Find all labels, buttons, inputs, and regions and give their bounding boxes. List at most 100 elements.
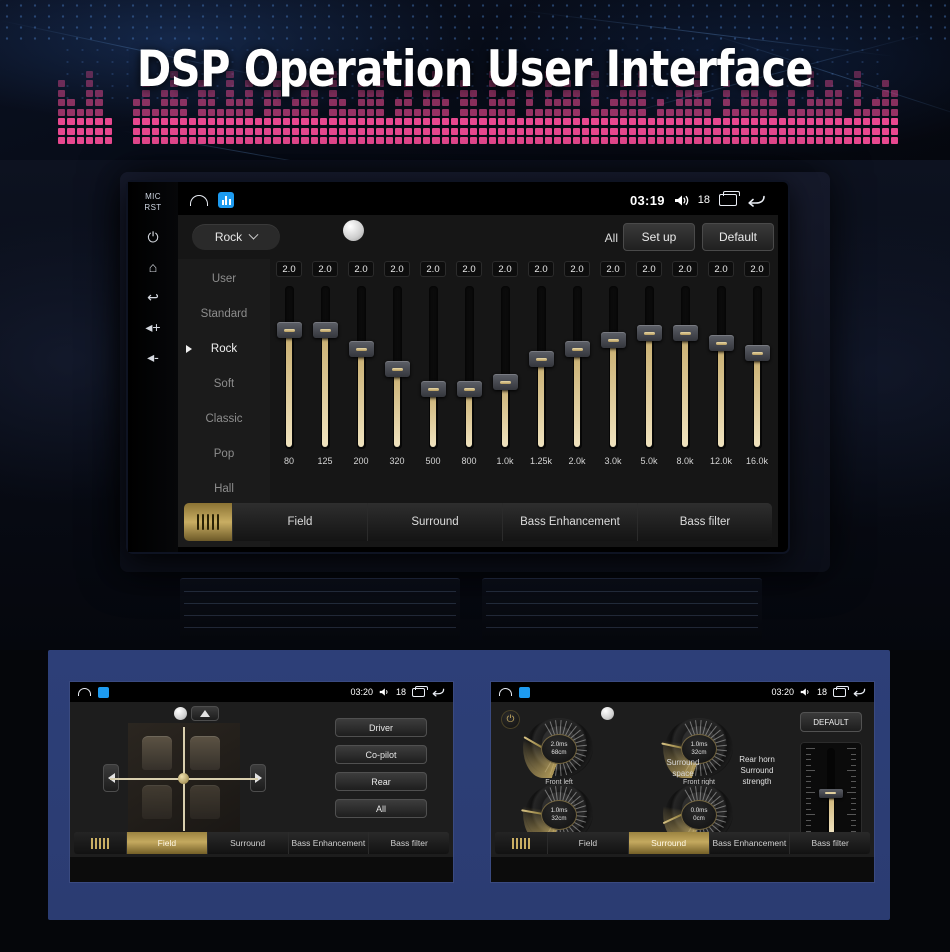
eq-band-16.0k[interactable]: 2.0 16.0k bbox=[742, 261, 772, 499]
surround-strength-slider[interactable] bbox=[800, 742, 862, 842]
eq-band-3.0k[interactable]: 2.0 3.0k bbox=[598, 261, 628, 499]
media-app-icon[interactable] bbox=[519, 687, 530, 698]
surround-default-button[interactable]: DEFAULT bbox=[800, 712, 862, 732]
home-icon[interactable] bbox=[78, 688, 91, 696]
eq-slider-handle[interactable] bbox=[493, 374, 518, 390]
eq-slider-handle[interactable] bbox=[421, 381, 446, 397]
tab-field[interactable]: Field bbox=[547, 832, 628, 854]
eq-slider[interactable] bbox=[465, 286, 474, 449]
preset-dropdown[interactable]: Rock bbox=[192, 224, 280, 250]
back-icon[interactable] bbox=[852, 687, 866, 697]
eq-slider[interactable] bbox=[609, 286, 618, 449]
eq-slider[interactable] bbox=[321, 286, 330, 449]
back-icon[interactable]: ↩ bbox=[147, 290, 159, 304]
eq-slider-handle[interactable] bbox=[349, 341, 374, 357]
eq-slider[interactable] bbox=[681, 286, 690, 449]
preset-item-standard[interactable]: Standard bbox=[178, 296, 270, 331]
tab-bass-enhancement[interactable]: Bass Enhancement bbox=[709, 832, 790, 854]
field-button-rear[interactable]: Rear bbox=[335, 772, 427, 791]
eq-slider[interactable] bbox=[357, 286, 366, 449]
power-icon[interactable]: ⏻ bbox=[501, 710, 520, 729]
eq-band-1.0k[interactable]: 2.0 1.0k bbox=[490, 261, 520, 499]
eq-slider-handle[interactable] bbox=[565, 341, 590, 357]
tab-bass-filter[interactable]: Bass filter bbox=[368, 832, 449, 854]
media-app-icon[interactable] bbox=[218, 192, 234, 208]
setup-button[interactable]: Set up bbox=[623, 223, 695, 251]
eq-band-800[interactable]: 2.0 800 bbox=[454, 261, 484, 499]
home-icon[interactable] bbox=[499, 688, 512, 696]
eq-slider-handle[interactable] bbox=[601, 332, 626, 348]
field-button-all[interactable]: All bbox=[335, 799, 427, 818]
field-position-marker[interactable] bbox=[178, 773, 189, 784]
slider-handle[interactable] bbox=[819, 789, 843, 798]
eq-band-80[interactable]: 2.0 80 bbox=[274, 261, 304, 499]
eq-slider[interactable] bbox=[573, 286, 582, 449]
tab-bass-enhancement[interactable]: Bass Enhancement bbox=[288, 832, 369, 854]
preset-item-soft[interactable]: Soft bbox=[178, 366, 270, 401]
back-icon[interactable] bbox=[431, 687, 445, 697]
eq-slider[interactable] bbox=[429, 286, 438, 449]
eq-frequency-label: 200 bbox=[353, 456, 368, 466]
tab-field[interactable]: Field bbox=[126, 832, 207, 854]
eq-slider[interactable] bbox=[753, 286, 762, 449]
volume-icon[interactable] bbox=[379, 687, 390, 697]
eq-slider-handle[interactable] bbox=[529, 351, 554, 367]
tab-surround[interactable]: Surround bbox=[628, 832, 709, 854]
eq-slider[interactable] bbox=[537, 286, 546, 449]
eq-band-8.0k[interactable]: 2.0 8.0k bbox=[670, 261, 700, 499]
eq-slider[interactable] bbox=[501, 286, 510, 449]
eq-slider-handle[interactable] bbox=[673, 325, 698, 341]
eq-slider-handle[interactable] bbox=[745, 345, 770, 361]
eq-band-12.0k[interactable]: 2.0 12.0k bbox=[706, 261, 736, 499]
eq-frequency-label: 125 bbox=[317, 456, 332, 466]
tab-surround[interactable]: Surround bbox=[367, 503, 502, 541]
equalizer-icon[interactable] bbox=[184, 503, 232, 541]
eq-slider[interactable] bbox=[393, 286, 402, 449]
preset-item-hall[interactable]: Hall bbox=[178, 471, 270, 506]
field-button-driver[interactable]: Driver bbox=[335, 718, 427, 737]
eq-band-2.0k[interactable]: 2.0 2.0k bbox=[562, 261, 592, 499]
eq-slider[interactable] bbox=[717, 286, 726, 449]
media-app-icon[interactable] bbox=[98, 687, 109, 698]
eq-slider[interactable] bbox=[285, 286, 294, 449]
volume-up-icon[interactable]: ◂+ bbox=[145, 320, 160, 334]
field-button-co-pilot[interactable]: Co-pilot bbox=[335, 745, 427, 764]
eq-band-1.25k[interactable]: 2.0 1.25k bbox=[526, 261, 556, 499]
eq-slider-handle[interactable] bbox=[709, 335, 734, 351]
surround-knob-front-left[interactable]: 2.0ms 68cm Front left bbox=[521, 716, 597, 784]
eq-slider-handle[interactable] bbox=[637, 325, 662, 341]
recents-icon[interactable] bbox=[412, 688, 425, 697]
eq-band-320[interactable]: 2.0 320 bbox=[382, 261, 412, 499]
home-icon[interactable] bbox=[190, 195, 208, 206]
volume-icon[interactable] bbox=[800, 687, 811, 697]
eq-band-500[interactable]: 2.0 500 bbox=[418, 261, 448, 499]
eq-band-125[interactable]: 2.0 125 bbox=[310, 261, 340, 499]
tab-bass-filter[interactable]: Bass filter bbox=[789, 832, 870, 854]
preset-item-rock[interactable]: Rock bbox=[178, 331, 270, 366]
eq-band-200[interactable]: 2.0 200 bbox=[346, 261, 376, 499]
eq-slider-handle[interactable] bbox=[277, 322, 302, 338]
volume-down-icon[interactable]: ◂- bbox=[147, 350, 159, 364]
eq-band-5.0k[interactable]: 2.0 5.0k bbox=[634, 261, 664, 499]
default-button[interactable]: Default bbox=[702, 223, 774, 251]
tab-surround[interactable]: Surround bbox=[207, 832, 288, 854]
preset-item-classic[interactable]: Classic bbox=[178, 401, 270, 436]
recents-icon[interactable] bbox=[719, 194, 737, 206]
eq-slider[interactable] bbox=[645, 286, 654, 449]
tab-field[interactable]: Field bbox=[232, 503, 367, 541]
back-icon[interactable] bbox=[746, 194, 766, 207]
volume-icon[interactable] bbox=[674, 194, 689, 207]
home-icon[interactable]: ⌂ bbox=[149, 260, 157, 274]
preset-item-user[interactable]: User bbox=[178, 261, 270, 296]
eq-slider-handle[interactable] bbox=[385, 361, 410, 377]
equalizer-icon[interactable] bbox=[74, 832, 126, 854]
eq-slider-handle[interactable] bbox=[313, 322, 338, 338]
tab-bass-filter[interactable]: Bass filter bbox=[637, 503, 772, 541]
eq-slider-handle[interactable] bbox=[457, 381, 482, 397]
equalizer-icon[interactable] bbox=[495, 832, 547, 854]
power-icon[interactable]: ⏻ bbox=[147, 230, 158, 244]
tab-bass-enhancement[interactable]: Bass Enhancement bbox=[502, 503, 637, 541]
preset-item-pop[interactable]: Pop bbox=[178, 436, 270, 471]
recents-icon[interactable] bbox=[833, 688, 846, 697]
field-up-button[interactable] bbox=[191, 706, 219, 721]
